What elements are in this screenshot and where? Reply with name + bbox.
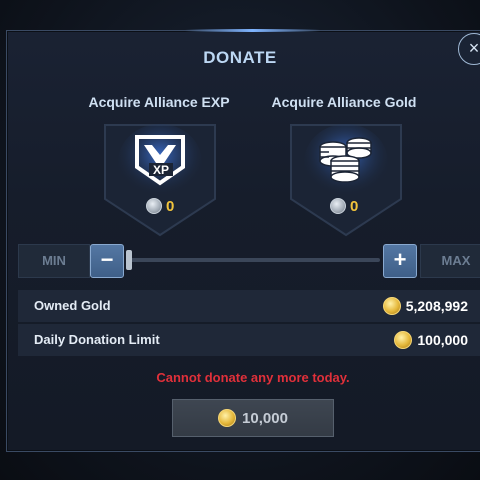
daily-limit-label: Daily Donation Limit [34,332,160,347]
alliance-exp-icon: XP [97,117,223,237]
reward-exp-value: 0 [166,197,175,215]
amount-slider-track[interactable] [128,258,380,262]
reward-gold-value: 0 [350,197,359,215]
dialog-top-glow [185,29,320,32]
gold-coin-icon [394,331,413,349]
reward-gold-label: Acquire Alliance Gold [271,94,417,110]
alliance-exp-coin-icon [146,198,162,214]
reward-exp-count: 0 [146,197,174,215]
minus-button[interactable]: − [90,244,124,278]
alliance-gold-coins-icon [283,117,409,237]
svg-text:XP: XP [153,163,169,177]
reward-gold-count: 0 [330,197,358,215]
amount-slider-handle[interactable] [126,250,132,270]
owned-gold-label: Owned Gold [34,298,111,313]
gold-coin-icon [382,297,401,315]
donate-button[interactable]: 10,000 [172,399,334,437]
owned-gold-row: Owned Gold 5,208,992 [18,290,480,322]
donation-warning: Cannot donate any more today. [156,370,350,385]
donate-amount: 10,000 [242,409,288,427]
dialog-title: DONATE [203,48,277,67]
gold-coin-icon [218,409,237,427]
daily-limit-value: 100,000 [417,332,468,348]
daily-limit-value-group: 100,000 [394,324,468,356]
owned-gold-value-group: 5,208,992 [382,290,468,322]
daily-limit-row: Daily Donation Limit 100,000 [18,324,480,356]
reward-exp-label: Acquire Alliance EXP [88,94,230,110]
owned-gold-value: 5,208,992 [405,298,468,314]
plus-button[interactable]: + [383,244,417,278]
max-button[interactable]: MAX [420,244,480,278]
alliance-gold-coin-icon [330,198,346,214]
min-button[interactable]: MIN [18,244,90,278]
